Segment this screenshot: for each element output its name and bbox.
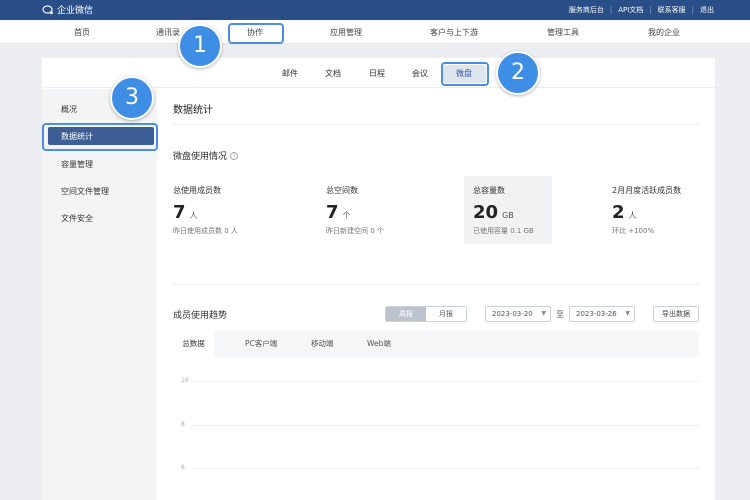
date-to-value: 2023-03-26 (576, 310, 617, 318)
nav-my-company[interactable]: 我的企业 (648, 27, 680, 38)
page-title: 数据统计 (173, 105, 213, 116)
app-title: 企业微信 (57, 6, 94, 16)
nav-management-tools[interactable]: 管理工具 (547, 27, 579, 38)
link-logout[interactable]: 退出 (700, 5, 714, 15)
divider (173, 284, 699, 285)
gridline (191, 468, 699, 469)
tab-pc-client[interactable]: PC客户端 (245, 331, 277, 357)
trend-chart: 10 8 6 (173, 369, 699, 500)
stat-total-capacity: 总容量数 20 GB 已使用容量 0.1 GB (473, 185, 534, 236)
annotation-badge-3: 3 (110, 76, 154, 120)
date-from-value: 2023-03-20 (492, 310, 533, 318)
top-bar: 企业微信 服务商后台 | API文档 | 联系客服 | 退出 (0, 0, 750, 20)
link-provider-admin[interactable]: 服务商后台 (569, 5, 604, 15)
stat-label: 总空间数 (326, 186, 358, 195)
link-contact-support[interactable]: 联系客服 (658, 5, 686, 15)
sidebar-item-space-files[interactable]: 空间文件管理 (61, 186, 109, 197)
link-api-docs[interactable]: API文档 (618, 5, 643, 15)
wecom-logo-icon (42, 4, 53, 14)
stat-label: 总使用成员数 (173, 186, 221, 195)
subnav-mail[interactable]: 邮件 (282, 68, 298, 79)
stat-sub: 环比 +100% (612, 227, 655, 235)
tab-web[interactable]: Web端 (367, 331, 391, 357)
stat-value: 20 GB (473, 202, 514, 223)
divider: | (609, 6, 613, 14)
tab-mobile[interactable]: 移动端 (311, 331, 334, 357)
date-range-separator: 至 (556, 310, 564, 319)
sidebar-item-overview[interactable]: 概况 (61, 104, 77, 115)
subnav-docs[interactable]: 文档 (325, 68, 341, 79)
y-tick-label: 10 (181, 377, 189, 384)
nav-contacts[interactable]: 通讯录 (156, 27, 180, 38)
highlight-collaboration (228, 23, 284, 44)
date-from-select[interactable]: 2023-03-20 ▼ (485, 306, 551, 322)
gridline (191, 381, 699, 382)
stat-monthly-active: 2月月度活跃成员数 2人 环比 +100% (612, 185, 681, 236)
highlight-statistics (42, 123, 158, 151)
nav-customers[interactable]: 客户与上下游 (430, 27, 478, 38)
app-logo[interactable]: 企业微信 (42, 3, 93, 16)
stat-value: 7人 (173, 202, 198, 223)
chevron-down-icon: ▼ (541, 310, 546, 317)
report-period-toggle[interactable]: 周报 月报 (385, 306, 467, 322)
stat-label: 总容量数 (473, 186, 505, 195)
y-tick-label: 6 (181, 464, 185, 471)
stat-sub: 已使用容量 0.1 GB (473, 227, 534, 235)
content-area: 数据统计 微盘使用情况 i 总使用成员数 7人 昨日使用成员数 0 人 总空间数… (157, 89, 715, 500)
nav-app-management[interactable]: 应用管理 (330, 27, 362, 38)
gridline (191, 425, 699, 426)
toggle-monthly[interactable]: 月报 (426, 307, 466, 321)
chevron-down-icon: ▼ (625, 310, 630, 317)
data-tabs: 总数据 PC客户端 移动端 Web端 (173, 331, 699, 357)
nav-home[interactable]: 首页 (74, 27, 90, 38)
subnav-meeting[interactable]: 会议 (412, 68, 428, 79)
stat-total-members: 总使用成员数 7人 昨日使用成员数 0 人 (173, 185, 238, 236)
sidebar-item-capacity[interactable]: 容量管理 (61, 159, 93, 170)
stat-sub: 昨日使用成员数 0 人 (173, 227, 238, 235)
divider: | (691, 6, 694, 14)
y-tick-label: 8 (181, 421, 185, 428)
subnav-calendar[interactable]: 日程 (369, 68, 385, 79)
top-links: 服务商后台 | API文档 | 联系客服 | 退出 (569, 5, 714, 15)
trend-title: 成员使用趋势 (173, 311, 228, 321)
date-to-select[interactable]: 2023-03-26 ▼ (569, 306, 635, 322)
annotation-badge-1: 1 (178, 24, 222, 68)
sidebar-item-file-security[interactable]: 文件安全 (61, 213, 93, 224)
stat-sub: 昨日新建空间 0 个 (326, 227, 384, 235)
section-title-text: 微盘使用情况 (173, 152, 228, 162)
stat-value: 7个 (326, 202, 351, 223)
tab-total[interactable]: 总数据 (173, 331, 214, 357)
divider: | (649, 6, 652, 14)
stat-label: 2月月度活跃成员数 (612, 186, 682, 195)
annotation-badge-2: 2 (496, 51, 540, 95)
highlight-weiyun (441, 62, 489, 86)
main-nav: 首页 通讯录 协作 应用管理 客户与上下游 管理工具 我的企业 (0, 20, 750, 44)
stat-total-spaces: 总空间数 7个 昨日新建空间 0 个 (326, 185, 384, 236)
export-data-button[interactable]: 导出数据 (653, 306, 699, 322)
info-icon[interactable]: i (230, 151, 239, 160)
section-title: 微盘使用情况 i (173, 149, 239, 162)
divider (173, 124, 699, 125)
toggle-weekly[interactable]: 周报 (386, 307, 426, 321)
stat-value: 2人 (612, 202, 637, 223)
